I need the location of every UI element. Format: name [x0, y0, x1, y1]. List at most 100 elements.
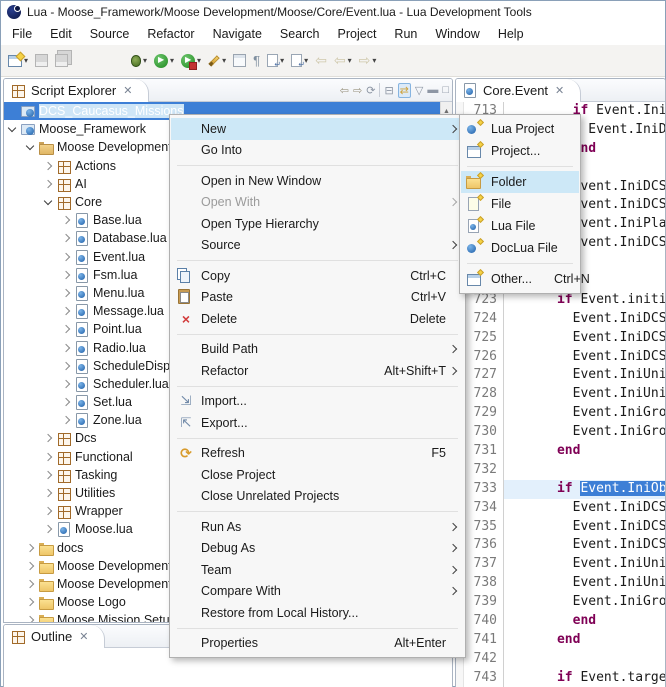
code-line[interactable]: if Event.IniObjectCategory == Object.Cat…	[504, 480, 665, 499]
tab-outline[interactable]: Outline ✕	[4, 625, 105, 648]
code-line[interactable]: Event.IniGroup = Event.IniDCSGroup	[504, 404, 665, 423]
run-history-button[interactable]: ▾	[178, 49, 204, 73]
menu-item-source[interactable]: Source	[171, 235, 464, 257]
close-icon[interactable]: ✕	[555, 84, 564, 97]
save-button[interactable]	[32, 49, 51, 73]
menu-window[interactable]: Window	[426, 25, 488, 43]
chevron-collapsed-icon[interactable]	[22, 581, 38, 587]
menu-item-debug-as[interactable]: Debug As	[171, 538, 464, 560]
chevron-collapsed-icon[interactable]	[58, 381, 74, 387]
code-line[interactable]: end	[504, 442, 665, 461]
submenu-item-project[interactable]: Project...	[461, 140, 579, 162]
next-page-button[interactable]: ▾	[288, 49, 311, 73]
menu-project[interactable]: Project	[329, 25, 386, 43]
code-line[interactable]: Event.IniDCSUnitName = Event.IniDCSUnit:…	[504, 348, 665, 367]
tab-core-event[interactable]: Core.Event ✕	[456, 79, 581, 102]
code-line[interactable]: if Event.target then	[504, 669, 665, 687]
dropdown-caret-icon[interactable]: ▾	[143, 56, 147, 65]
forward-icon[interactable]: ⇨	[353, 84, 362, 97]
code-line[interactable]: Event.IniUnit = Event.IniDCSUnitName	[504, 555, 665, 574]
menu-item-run-as[interactable]: Run As	[171, 516, 464, 538]
code-line[interactable]: Event.IniDCSUnitName = Event.IniDCSUnit:…	[504, 536, 665, 555]
chevron-collapsed-icon[interactable]	[40, 526, 56, 532]
code-line[interactable]: Event.IniUnit = Event.IniDCSUnitName	[504, 366, 665, 385]
menu-item-refactor[interactable]: RefactorAlt+Shift+T	[171, 360, 464, 382]
chevron-collapsed-icon[interactable]	[58, 290, 74, 296]
chevron-collapsed-icon[interactable]	[40, 490, 56, 496]
chevron-collapsed-icon[interactable]	[40, 472, 56, 478]
code-line[interactable]: Event.IniDCSGroupName = ""	[504, 518, 665, 537]
chevron-collapsed-icon[interactable]	[58, 326, 74, 332]
chevron-collapsed-icon[interactable]	[58, 308, 74, 314]
menu-source[interactable]: Source	[81, 25, 139, 43]
close-icon[interactable]: ✕	[79, 630, 88, 643]
code-line[interactable]: Event.IniDCSUnit = Event.initiator	[504, 310, 665, 329]
collapse-all-icon[interactable]: ⊟	[384, 84, 393, 97]
menu-item-properties[interactable]: PropertiesAlt+Enter	[171, 633, 464, 655]
chevron-collapsed-icon[interactable]	[40, 163, 56, 169]
chevron-collapsed-icon[interactable]	[58, 254, 74, 260]
menu-item-open-type-hierarchy[interactable]: Open Type Hierarchy	[171, 213, 464, 235]
chevron-collapsed-icon[interactable]	[40, 181, 56, 187]
show-whitespace-button[interactable]: ¶	[250, 49, 263, 73]
chevron-collapsed-icon[interactable]	[58, 399, 74, 405]
menu-edit[interactable]: Edit	[41, 25, 81, 43]
chevron-collapsed-icon[interactable]	[58, 417, 74, 423]
menu-help[interactable]: Help	[489, 25, 533, 43]
code-line[interactable]	[504, 461, 665, 480]
menu-item-open-in-new-window[interactable]: Open in New Window	[171, 170, 464, 192]
chevron-collapsed-icon[interactable]	[22, 545, 38, 551]
code-line[interactable]: Event.IniGroup = Event.IniDCSGroup	[504, 593, 665, 612]
chevron-collapsed-icon[interactable]	[58, 217, 74, 223]
code-line[interactable]: end	[504, 631, 665, 650]
menu-item-team[interactable]: Team	[171, 559, 464, 581]
back-button[interactable]: ⇦▾	[331, 49, 355, 73]
last-edit-location-button[interactable]: ⇦	[312, 49, 330, 73]
submenu-item-lua-project[interactable]: Lua Project	[461, 118, 579, 140]
menu-item-compare-with[interactable]: Compare With	[171, 581, 464, 603]
menu-item-new[interactable]: New	[171, 118, 464, 140]
menu-item-export[interactable]: ⇱Export...	[171, 412, 464, 434]
open-page-button[interactable]: ▾	[264, 49, 287, 73]
chevron-collapsed-icon[interactable]	[40, 454, 56, 460]
chevron-collapsed-icon[interactable]	[58, 272, 74, 278]
chevron-collapsed-icon[interactable]	[58, 235, 74, 241]
highlight-button[interactable]: ▾	[205, 49, 229, 73]
code-line[interactable]: Event.IniUnitName = Event.IniDCSUnitName	[504, 385, 665, 404]
debug-button[interactable]: ▾	[128, 49, 150, 73]
maximize-icon[interactable]: □	[442, 84, 449, 96]
refresh-icon[interactable]: ⟳	[366, 84, 375, 97]
back-icon[interactable]: ⇦	[340, 84, 349, 97]
new-wizard-button[interactable]: ▾	[5, 49, 31, 73]
save-all-button[interactable]	[52, 49, 75, 73]
code-line[interactable]: Event.IniUnitName = Event.IniDCSUnitName	[504, 574, 665, 593]
tab-script-explorer[interactable]: Script Explorer ✕	[4, 79, 149, 102]
submenu-item-file[interactable]: File	[461, 193, 579, 215]
link-with-editor-icon[interactable]: ⇄	[398, 83, 411, 98]
menu-item-refresh[interactable]: ⟳RefreshF5	[171, 443, 464, 465]
menu-item-build-path[interactable]: Build Path	[171, 339, 464, 361]
menu-item-go-into[interactable]: Go Into	[171, 140, 464, 162]
chevron-collapsed-icon[interactable]	[22, 563, 38, 569]
forward-button[interactable]: ⇨▾	[356, 49, 380, 73]
menu-navigate[interactable]: Navigate	[204, 25, 271, 43]
chevron-collapsed-icon[interactable]	[22, 617, 38, 622]
code-line[interactable]: Event.IniDCSUnit = Event.initiator	[504, 499, 665, 518]
menu-item-delete[interactable]: ×DeleteDelete	[171, 308, 464, 330]
chevron-collapsed-icon[interactable]	[58, 345, 74, 351]
dropdown-caret-icon[interactable]: ▾	[197, 56, 201, 65]
dropdown-caret-icon[interactable]: ▾	[170, 56, 174, 65]
submenu-item-lua-file[interactable]: Lua File	[461, 215, 579, 237]
submenu-item-doclua-file[interactable]: DocLua File	[461, 237, 579, 259]
menu-refactor[interactable]: Refactor	[138, 25, 203, 43]
menu-run[interactable]: Run	[385, 25, 426, 43]
menu-item-paste[interactable]: PasteCtrl+V	[171, 287, 464, 309]
run-button[interactable]: ▾	[151, 49, 177, 73]
chevron-collapsed-icon[interactable]	[40, 508, 56, 514]
code-line[interactable]: end	[504, 612, 665, 631]
chevron-collapsed-icon[interactable]	[40, 435, 56, 441]
menu-item-import[interactable]: ⇲Import...	[171, 391, 464, 413]
menu-item-copy[interactable]: CopyCtrl+C	[171, 265, 464, 287]
dropdown-caret-icon[interactable]: ▾	[348, 56, 352, 65]
menu-file[interactable]: File	[3, 25, 41, 43]
